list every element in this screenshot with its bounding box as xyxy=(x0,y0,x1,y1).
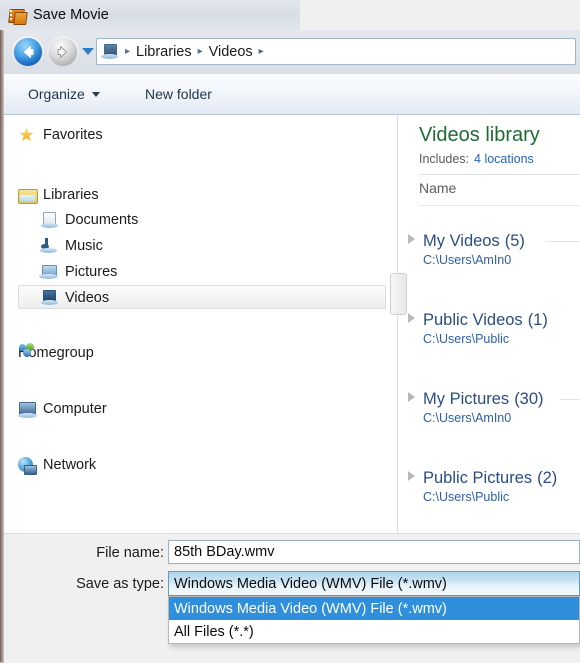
dropdown-option-wmv[interactable]: Windows Media Video (WMV) File (*.wmv) xyxy=(169,597,579,620)
navigation-pane: Favorites Libraries Documents Music Pict… xyxy=(4,115,390,533)
group-public-videos[interactable]: Public Videos (1) C:\Users\Public xyxy=(408,311,580,346)
chevron-right-icon[interactable] xyxy=(408,392,415,402)
content-area: Favorites Libraries Documents Music Pict… xyxy=(4,115,580,533)
music-note-icon xyxy=(40,237,59,255)
sidebar-item-label: Favorites xyxy=(43,127,103,143)
sidebar-item-favorites[interactable]: Favorites xyxy=(18,124,103,146)
save-as-type-label: Save as type: xyxy=(76,576,164,592)
navigation-bar: ▸ Libraries ▸ Videos ▸ xyxy=(4,30,580,74)
sidebar-item-computer[interactable]: Computer xyxy=(18,398,107,420)
save-movie-dialog: Save Movie ▸ Libraries ▸ Videos ▸ Organi… xyxy=(0,0,580,663)
breadcrumb-libraries[interactable]: Libraries xyxy=(134,44,194,60)
file-list-pane: Videos library Includes: 4 locations Name… xyxy=(398,115,580,533)
group-path: C:\Users\Public xyxy=(423,490,510,504)
sidebar-item-homegroup[interactable]: Homegroup xyxy=(18,342,94,364)
sidebar-item-music[interactable]: Music xyxy=(40,235,103,257)
video-icon xyxy=(40,289,59,307)
locations-link[interactable]: 4 locations xyxy=(474,152,534,166)
sidebar-item-network[interactable]: Network xyxy=(18,454,96,476)
file-name-label: File name: xyxy=(96,545,164,561)
sidebar-item-label: Computer xyxy=(43,401,107,417)
save-as-type-dropdown[interactable]: Windows Media Video (WMV) File (*.wmv) A… xyxy=(168,596,580,644)
dropdown-option-all-files[interactable]: All Files (*.*) xyxy=(169,620,579,643)
sidebar-item-libraries[interactable]: Libraries xyxy=(18,184,99,206)
sidebar-item-label: Libraries xyxy=(43,187,99,203)
organize-label: Organize xyxy=(28,86,85,102)
chevron-right-icon[interactable] xyxy=(408,313,415,323)
sidebar-item-label: Documents xyxy=(65,212,139,228)
document-icon xyxy=(40,211,59,229)
back-button[interactable] xyxy=(14,38,42,66)
film-strip-icon xyxy=(8,7,28,25)
chevron-right-icon[interactable] xyxy=(408,471,415,481)
window-title: Save Movie xyxy=(33,7,109,23)
chevron-down-icon[interactable] xyxy=(82,48,94,55)
group-path: C:\Users\Public xyxy=(423,332,510,346)
computer-icon xyxy=(18,401,37,418)
sidebar-item-label: Network xyxy=(43,457,97,473)
homegroup-icon xyxy=(19,343,34,357)
group-name: Public Videos xyxy=(423,311,523,329)
includes-label: Includes: xyxy=(419,152,470,166)
chevron-down-icon xyxy=(91,91,100,97)
header-divider xyxy=(419,174,580,175)
group-name: My Videos xyxy=(423,232,500,250)
command-bar: Organize New folder xyxy=(4,74,580,115)
file-name-value: 85th BDay.wmv xyxy=(174,544,275,560)
folder-icon xyxy=(18,187,38,204)
address-bar[interactable]: ▸ Libraries ▸ Videos ▸ xyxy=(96,38,576,65)
sidebar-item-label: Music xyxy=(65,238,103,254)
sidebar-item-videos[interactable]: Videos xyxy=(40,287,109,309)
dialog-footer: File name: 85th BDay.wmv Save as type: W… xyxy=(4,533,580,663)
picture-icon xyxy=(39,264,59,281)
group-name: Public Pictures xyxy=(423,469,533,487)
chevron-right-icon[interactable] xyxy=(408,234,415,244)
forward-button[interactable] xyxy=(49,38,77,66)
column-header-divider xyxy=(419,205,580,206)
videos-library-icon xyxy=(101,43,118,60)
group-public-pictures[interactable]: Public Pictures (2) C:\Users\Public xyxy=(408,469,580,504)
library-title: Videos library xyxy=(419,124,540,146)
group-my-pictures[interactable]: My Pictures (30) C:\Users\AmIn0 xyxy=(408,390,580,425)
group-path: C:\Users\AmIn0 xyxy=(423,411,512,425)
sidebar-item-documents[interactable]: Documents xyxy=(40,209,138,231)
sidebar-item-label: Pictures xyxy=(65,264,118,280)
star-icon xyxy=(18,127,37,144)
breadcrumb-separator[interactable]: ▸ xyxy=(255,46,268,57)
breadcrumb-separator: ▸ xyxy=(124,46,131,57)
file-name-input[interactable]: 85th BDay.wmv xyxy=(168,540,580,564)
title-bar: Save Movie xyxy=(0,0,580,30)
new-folder-button[interactable]: New folder xyxy=(137,81,220,107)
group-name: My Pictures xyxy=(423,390,510,408)
new-folder-label: New folder xyxy=(145,86,212,102)
sidebar-item-label: Videos xyxy=(65,290,110,306)
organize-button[interactable]: Organize xyxy=(20,81,108,107)
group-my-videos[interactable]: My Videos (5) C:\Users\AmIn0 xyxy=(408,232,580,267)
breadcrumb-separator: ▸ xyxy=(197,46,203,57)
save-as-type-value: Windows Media Video (WMV) File (*.wmv) xyxy=(174,575,447,592)
sidebar-item-pictures[interactable]: Pictures xyxy=(39,261,118,283)
library-includes: Includes: 4 locations xyxy=(419,152,534,166)
group-count: (30) xyxy=(514,390,544,408)
group-count: (5) xyxy=(504,232,525,250)
column-header-name[interactable]: Name xyxy=(419,180,456,196)
group-path: C:\Users\AmIn0 xyxy=(423,253,512,267)
breadcrumb-videos[interactable]: Videos xyxy=(207,44,255,60)
group-count: (1) xyxy=(527,311,548,329)
save-as-type-combobox[interactable]: Windows Media Video (WMV) File (*.wmv) xyxy=(168,571,580,596)
group-count: (2) xyxy=(537,469,558,487)
network-icon xyxy=(18,456,37,475)
